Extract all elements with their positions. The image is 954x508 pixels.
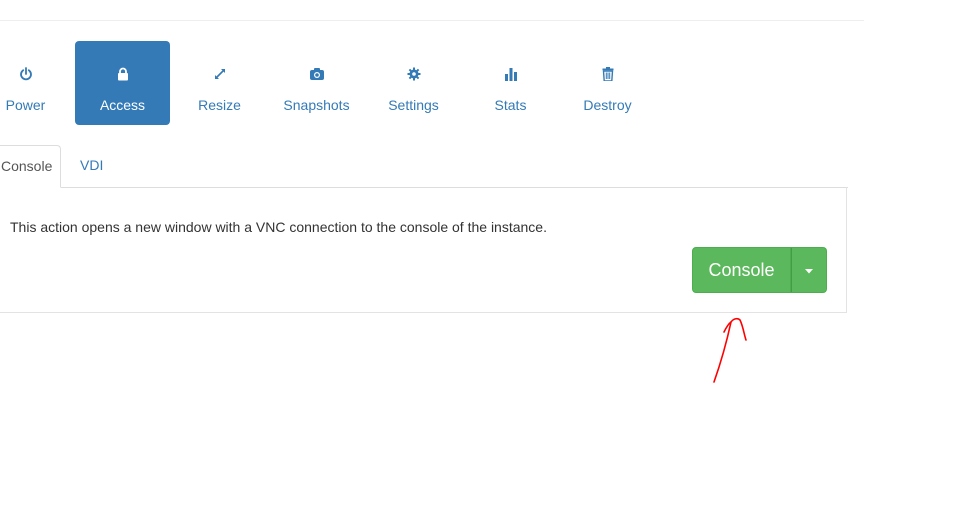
power-icon	[0, 65, 73, 83]
power-action[interactable]: Power	[0, 41, 73, 125]
console-description: This action opens a new window with a VN…	[10, 219, 547, 235]
console-button-group: Console	[692, 247, 827, 293]
caret-down-icon	[804, 261, 814, 279]
resize-icon	[172, 65, 267, 83]
settings-action[interactable]: Settings	[366, 41, 461, 125]
bar-chart-icon	[463, 65, 558, 83]
power-action-label: Power	[5, 97, 46, 113]
stats-action[interactable]: Stats	[463, 41, 558, 125]
top-divider	[0, 20, 864, 21]
snapshots-action-label: Snapshots	[283, 97, 350, 113]
camera-icon	[269, 65, 364, 83]
access-action-label: Access	[99, 97, 146, 113]
red-arrow-annotation	[700, 310, 760, 395]
console-dropdown-toggle[interactable]	[791, 247, 827, 293]
resize-action[interactable]: Resize	[172, 41, 267, 125]
destroy-action[interactable]: Destroy	[560, 41, 655, 125]
access-tabs: Console VDI	[0, 145, 848, 188]
trash-icon	[560, 65, 655, 83]
settings-action-label: Settings	[388, 97, 439, 113]
console-button[interactable]: Console	[692, 247, 791, 293]
tab-vdi[interactable]: VDI	[69, 145, 114, 186]
gear-icon	[366, 65, 461, 83]
resize-action-label: Resize	[198, 97, 241, 113]
destroy-action-label: Destroy	[583, 97, 632, 113]
tab-console[interactable]: Console	[0, 145, 61, 188]
snapshots-action[interactable]: Snapshots	[269, 41, 364, 125]
stats-action-label: Stats	[494, 97, 527, 113]
access-action[interactable]: Access	[75, 41, 170, 125]
lock-icon	[75, 65, 170, 83]
